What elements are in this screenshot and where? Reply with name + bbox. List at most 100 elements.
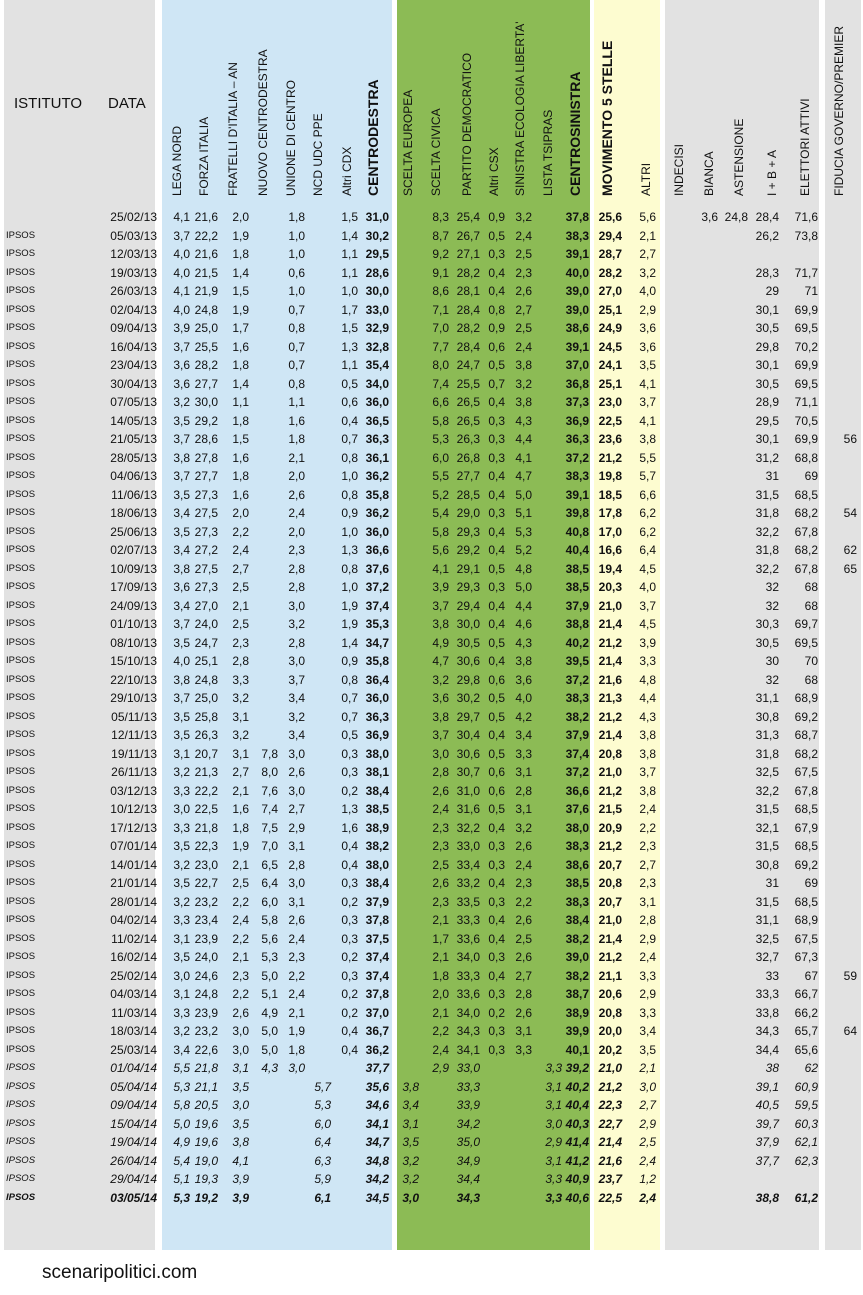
table-cell: 3,7	[639, 598, 656, 613]
table-cell: 4,8	[515, 561, 532, 576]
table-cell: 68,5	[794, 894, 818, 909]
table-cell: 34,4	[755, 1042, 779, 1057]
table-cell: 3,2	[288, 617, 305, 631]
header-col: ASTENSIONE	[732, 118, 746, 196]
table-cell: 32	[765, 598, 779, 613]
table-cell: 3,1	[232, 709, 249, 724]
table-cell: 2,3	[288, 950, 305, 964]
table-cell: 3,3	[232, 672, 249, 687]
table-cell: 32,2	[755, 783, 779, 798]
table-cell: 71	[804, 284, 818, 298]
table-cell: 4,8	[639, 672, 656, 687]
table-cell: 36,3	[365, 709, 389, 724]
table-cell: 60,3	[794, 1116, 818, 1131]
header-col: MOVIMENTO 5 STELLE	[599, 40, 615, 196]
institute-cell: IPSOS	[6, 562, 36, 574]
institute-cell: IPSOS	[6, 692, 36, 703]
table-cell: 2,1	[288, 450, 305, 465]
table-cell: 71,7	[794, 265, 818, 280]
table-cell: 4,2	[515, 709, 532, 724]
table-cell: 0,6	[288, 265, 305, 280]
institute-cell: IPSOS	[6, 618, 36, 629]
institute-cell: IPSOS	[6, 470, 36, 481]
table-cell: 59,5	[794, 1098, 818, 1112]
table-cell: 31,8	[755, 506, 779, 520]
institute-cell: IPSOS	[6, 1080, 36, 1092]
table-cell: 2,5	[232, 617, 249, 631]
table-cell: 2,0	[232, 210, 249, 224]
table-cell: 31	[765, 469, 779, 483]
table-cell: 2,3	[639, 876, 656, 890]
table-cell: 71,1	[794, 395, 818, 409]
header-col: LISTA TSIPRAS	[541, 109, 555, 196]
institute-cell: IPSOS	[6, 803, 36, 814]
table-cell: 33,3	[755, 987, 779, 1001]
table-cell: 3,5	[232, 1116, 249, 1131]
table-cell: 1,4	[232, 376, 249, 391]
table-cell: 30,5	[755, 635, 779, 650]
table-cell: 5,7	[639, 469, 656, 483]
institute-cell: IPSOS	[6, 266, 36, 278]
table-cell: 62,3	[794, 1153, 818, 1168]
table-cell: 6,1	[314, 1190, 331, 1205]
table-cell: 3,3	[639, 968, 656, 983]
table-cell: 30,8	[755, 709, 779, 724]
table-cell: 68	[804, 580, 818, 594]
institute-cell: IPSOS	[6, 858, 36, 870]
table-cell: 62	[843, 543, 857, 557]
table-cell: 3,0	[288, 598, 305, 613]
institute-cell: IPSOS	[6, 377, 36, 389]
table-cell: 2,0	[232, 506, 249, 520]
table-cell: 3,1	[515, 802, 532, 816]
table-cell: 3,0	[288, 1061, 305, 1075]
table-cell: 38,4	[365, 783, 389, 798]
table-cell: 68	[804, 598, 818, 613]
institute-cell: IPSOS	[6, 1154, 36, 1166]
table-cell: 2,6	[288, 913, 305, 927]
table-cell: 37,9	[755, 1135, 779, 1149]
table-cell: 64	[843, 1024, 857, 1038]
table-cell: 30	[765, 654, 779, 668]
table-cell: 37,7	[755, 1153, 779, 1168]
table-cell: 1,8	[288, 210, 305, 224]
table-cell: 5,9	[314, 1172, 331, 1186]
table-cell: 2,9	[639, 1116, 656, 1131]
table-cell: 59	[843, 968, 857, 983]
table-cell: 36,0	[365, 691, 389, 705]
table-cell: 2,4	[639, 1153, 656, 1168]
header-col: SINISTRA ECOLOGIA LIBERTA'	[513, 21, 527, 196]
table-cell: 3,8	[515, 395, 532, 409]
institute-cell: IPSOS	[6, 1025, 36, 1036]
table-cell: 3,1	[515, 765, 532, 779]
table-cell: 3,3	[639, 1005, 656, 1020]
table-cell: 1,8	[232, 358, 249, 372]
institute-cell: IPSOS	[6, 1191, 36, 1203]
table-cell: 69,9	[794, 358, 818, 372]
table-cell: 3,8	[232, 1135, 249, 1149]
table-cell: 3,0	[288, 876, 305, 890]
table-cell: 69,2	[794, 857, 818, 872]
table-cell: 3,2	[639, 265, 656, 280]
table-cell: 2,7	[515, 968, 532, 983]
table-cell: 4,5	[639, 617, 656, 631]
institute-cell: IPSOS	[6, 433, 36, 444]
table-cell: 5,5	[639, 450, 656, 465]
table-cell: 2,2	[515, 894, 532, 909]
footer-site: scenaripolitici.com	[42, 1262, 198, 1283]
table-cell: 3,8	[402, 1079, 419, 1094]
table-cell: 3,6	[639, 339, 656, 354]
table-cell: 36,2	[365, 469, 389, 483]
table-cell: 1,0	[288, 228, 305, 243]
table-cell: 2,3	[515, 876, 532, 890]
table-cell: 2,8	[515, 783, 532, 798]
table-cell: 2,8	[288, 635, 305, 650]
table-cell: 38,2	[365, 839, 389, 853]
table-cell: 31,1	[755, 913, 779, 927]
institute-cell: IPSOS	[6, 396, 36, 407]
institute-cell: IPSOS	[6, 840, 36, 851]
table-cell: 67,8	[794, 783, 818, 798]
table-cell: 36,6	[365, 543, 389, 557]
table-cell: 36,9	[365, 728, 389, 742]
table-cell: 2,4	[288, 987, 305, 1001]
table-cell: 31,5	[755, 487, 779, 502]
